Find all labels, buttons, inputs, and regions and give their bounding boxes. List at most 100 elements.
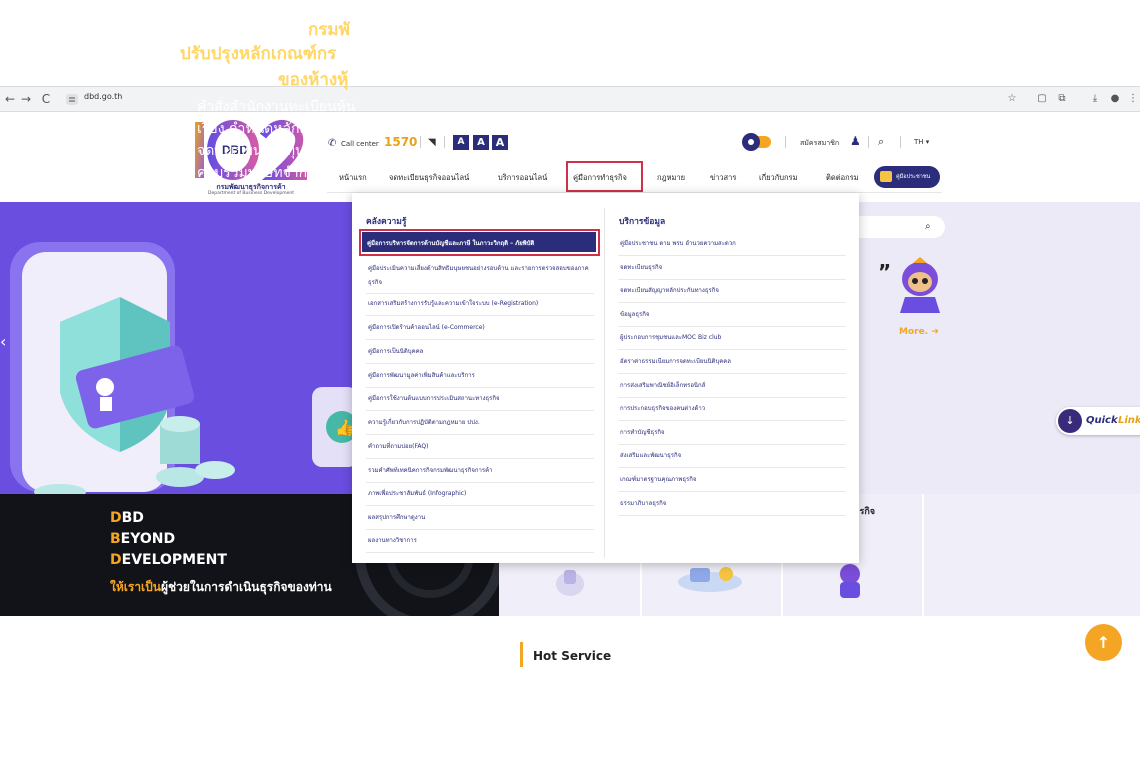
banner-line-dbd: DBD <box>110 510 144 526</box>
hot-service-accent-bar <box>520 642 523 667</box>
hero-search-input[interactable] <box>855 216 945 238</box>
info-service-item[interactable]: คู่มือประชาชน ตาม พรบ อำนวยความสะดวก <box>620 238 736 248</box>
dropdown-column-divider <box>604 208 605 558</box>
hero-title-line2: ปรับปรุงหลักเกณฑ์กร <box>180 44 337 64</box>
arrow-down-icon[interactable]: ↓ <box>1058 409 1082 433</box>
divider <box>785 136 786 148</box>
list-divider <box>366 482 594 483</box>
font-size-large-button[interactable]: A <box>492 135 508 150</box>
search-icon[interactable]: ⌕ <box>878 135 884 149</box>
user-icon[interactable]: ♟ <box>850 134 861 148</box>
profile-icon[interactable]: ● <box>1108 92 1122 106</box>
list-divider <box>366 458 594 459</box>
list-divider <box>618 420 846 422</box>
site-settings-icon[interactable] <box>66 94 78 105</box>
knowledge-item[interactable]: ภาพเพื่อประชาสัมพันธ์ (Infographic) <box>368 488 466 498</box>
service-card-illustration-1[interactable] <box>550 560 590 600</box>
knowledge-item[interactable]: คู่มือประเมินความเสี่ยงด้านสิทธิมนุษยชนอ… <box>368 262 592 290</box>
back-to-top-button[interactable]: ↑ <box>1085 624 1122 661</box>
hot-service-heading: Hot Service <box>533 649 612 663</box>
logo-subtitle-en: Department of Business Development <box>208 191 294 196</box>
hero-right-panel <box>858 202 1140 494</box>
quick-link-label[interactable]: Quick <box>1086 415 1118 426</box>
menu-online-registration[interactable]: จดทะเบียนธุรกิจออนไลน์ <box>389 172 469 184</box>
list-divider <box>618 278 846 280</box>
info-service-item[interactable]: การส่งเสริมพาณิชย์อิเล็กทรอนิกส์ <box>620 380 705 390</box>
bookmark-star-icon[interactable]: ☆ <box>1005 92 1019 106</box>
list-divider <box>618 467 846 469</box>
info-service-item[interactable]: จดทะเบียนธุรกิจ <box>620 262 662 272</box>
info-service-item[interactable]: ธรรมาภิบาลธุรกิจ <box>620 498 666 508</box>
knowledge-item[interactable]: คำถามที่ถามบ่อย(FAQ) <box>368 441 428 451</box>
reload-icon[interactable]: C <box>38 91 54 107</box>
theme-toggle[interactable] <box>741 133 773 151</box>
book-icon <box>880 171 892 182</box>
list-divider <box>366 293 594 294</box>
quick-link-label-accent[interactable]: Link <box>1118 415 1140 426</box>
knowledge-item[interactable]: คู่มือการเปิดร้านค้าออนไลน์ (e-Commerce) <box>368 322 485 332</box>
service-card-illustration-3[interactable] <box>830 560 870 600</box>
hero-thumb-card: 👍 <box>312 387 358 467</box>
list-divider <box>366 410 594 411</box>
menu-about[interactable]: เกี่ยวกับกรม <box>759 172 798 184</box>
knowledge-item[interactable]: ความรู้เกี่ยวกับการปฏิบัติตามกฎหมาย ปปง. <box>368 417 480 427</box>
knowledge-item[interactable]: คู่มือการพัฒนามูลค่าเพิ่มสินค้าและบริการ <box>368 370 475 380</box>
knowledge-item[interactable]: รวมคำศัพท์เทคนิคการกิจกรมพัฒนาธุรกิจการค… <box>368 465 492 475</box>
mascot-icon <box>900 257 940 313</box>
extension-icon[interactable]: ▢ <box>1035 92 1049 106</box>
carousel-prev-icon[interactable]: ‹ <box>0 332 6 351</box>
list-divider <box>366 529 594 530</box>
knowledge-item[interactable]: ผลงานทางวิชาการ <box>368 535 417 545</box>
call-center-number[interactable]: 1570 <box>384 135 417 149</box>
list-divider <box>366 315 594 316</box>
browser-toolbar: ← → C dbd.go.th ☆ ▢ ⧉ ⤓ ● ⋮ <box>0 86 1140 112</box>
menu-online-services[interactable]: บริการออนไลน์ <box>498 172 547 184</box>
language-select[interactable]: TH ▾ <box>914 138 929 146</box>
info-service-item[interactable]: ผู้ประกอบการชุมชนและMOC Biz club <box>620 332 721 342</box>
info-service-item[interactable]: ส่งเสริมและพัฒนาธุรกิจ <box>620 450 681 460</box>
info-service-item[interactable]: การทำบัญชีธุรกิจ <box>620 427 665 437</box>
register-link[interactable]: สมัครสมาชิก <box>800 138 839 149</box>
list-divider <box>366 434 594 435</box>
divider <box>444 136 445 148</box>
font-size-small-button[interactable]: A <box>453 135 469 150</box>
divider <box>420 136 421 148</box>
list-divider <box>618 255 846 256</box>
service-card-illustration-2[interactable] <box>670 560 750 595</box>
list-divider <box>618 514 846 516</box>
info-service-item[interactable]: จดทะเบียนสัญญาหลักประกันทางธุรกิจ <box>620 285 719 295</box>
menu-news[interactable]: ข่าวสาร <box>710 172 736 184</box>
info-service-item[interactable]: ข้อมูลธุรกิจ <box>620 309 649 319</box>
url-text[interactable]: dbd.go.th <box>84 92 122 101</box>
knowledge-item[interactable]: ผลสรุปการศึกษาดูงาน <box>368 512 425 522</box>
list-divider <box>366 339 594 340</box>
knowledge-heading: คลังความรู้ <box>366 217 407 227</box>
more-link[interactable]: More. ➜ <box>899 327 939 337</box>
card-divider <box>922 494 924 616</box>
list-divider <box>618 443 846 445</box>
search-icon[interactable]: ⌕ <box>925 221 931 232</box>
forward-icon[interactable]: → <box>18 91 34 107</box>
list-divider <box>366 363 594 364</box>
hero-body-line3: จดทะเบียนเพิ่มทุนของห้าง <box>197 143 354 159</box>
menu-icon[interactable]: ⋮ <box>1126 92 1140 106</box>
knowledge-item[interactable]: เอกสารเสริมสร้างการรับรู้และความเข้าใจระ… <box>368 298 538 308</box>
knowledge-item[interactable]: คู่มือการใช้งานต้นแบบการประเมินสถานะทางธ… <box>368 393 500 403</box>
back-icon[interactable]: ← <box>2 91 18 107</box>
hero-body-line1: คำสั่งสำนักงานทะเบียนหุ้น <box>197 99 356 115</box>
rss-icon[interactable]: ◥ <box>428 137 436 148</box>
download-icon[interactable]: ⤓ <box>1088 92 1102 106</box>
knowledge-item[interactable]: คู่มือการเป็นนิติบุคคล <box>368 346 423 356</box>
menu-contact[interactable]: ติดต่อกรม <box>826 172 859 184</box>
info-service-item[interactable]: การประกอบธุรกิจของคนต่างด้าว <box>620 403 705 413</box>
hero-body-line2: เรื่อง กำหนดหลักเกณฑ์แล <box>197 121 355 137</box>
info-service-item[interactable]: เกณฑ์มาตรฐานคุณภาพธุรกิจ <box>620 474 696 484</box>
menu-law[interactable]: กฎหมาย <box>657 172 685 184</box>
info-service-item[interactable]: อัตราค่าธรรมเนียมการจดทะเบียนนิติบุคคล <box>620 356 731 366</box>
font-size-medium-button[interactable]: A <box>473 135 489 150</box>
puzzle-icon[interactable]: ⧉ <box>1055 92 1069 106</box>
banner-rest: EYOND <box>120 531 176 547</box>
hero-title-line1: กรมพั <box>308 20 350 40</box>
list-divider <box>366 505 594 506</box>
knowledge-item[interactable]: คู่มือการบริหารจัดการด้านบัญชีและภาษี ใน… <box>367 238 534 248</box>
